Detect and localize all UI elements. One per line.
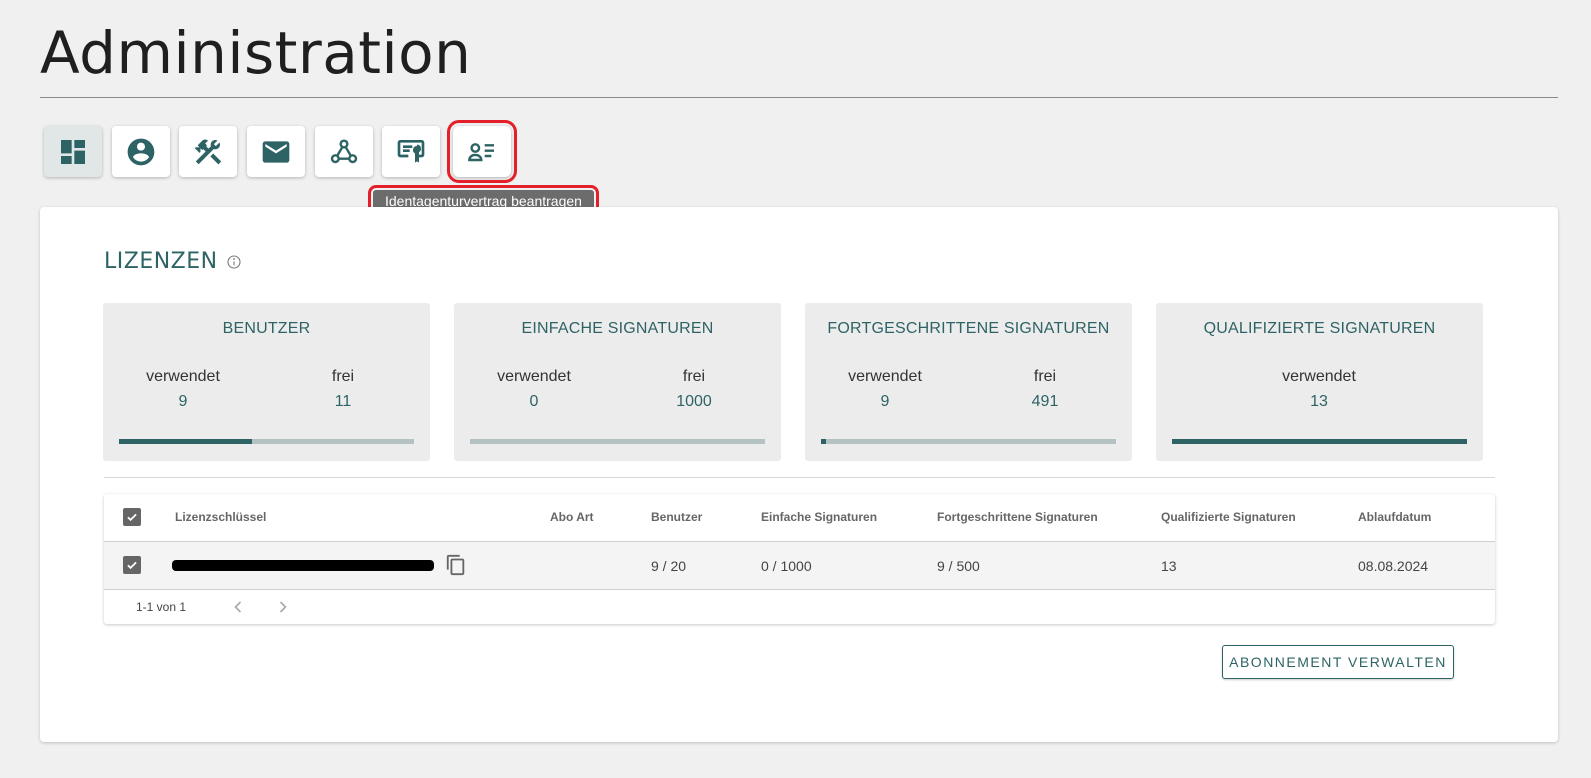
stat-title: EINFACHE SIGNATUREN — [521, 320, 714, 337]
account-circle-icon — [127, 138, 155, 165]
header-advanced-signatures[interactable]: Fortgeschrittene Signaturen — [937, 510, 1098, 524]
header-license-key[interactable]: Lizenzschlüssel — [175, 510, 266, 524]
mail-button[interactable] — [247, 126, 305, 177]
used-label: verwendet — [1282, 368, 1356, 385]
stat-simple-signatures: EINFACHE SIGNATUREN verwendet 0 frei 100… — [454, 303, 781, 461]
used-value: 0 — [529, 393, 539, 410]
section-divider — [104, 477, 1495, 478]
info-icon[interactable] — [226, 254, 242, 270]
certificate-icon — [397, 139, 425, 163]
cell-advanced-signatures: 9 / 500 — [937, 558, 980, 574]
webhook-icon — [330, 138, 358, 163]
header-users[interactable]: Benutzer — [651, 510, 702, 524]
header-expiry[interactable]: Ablaufdatum — [1358, 510, 1431, 524]
page-title: Administration — [40, 19, 472, 87]
free-label: frei — [1033, 368, 1057, 385]
used-value: 13 — [1310, 393, 1328, 410]
pagination: 1-1 von 1 — [104, 590, 1495, 624]
stat-title: FORTGESCHRITTENE SIGNATUREN — [827, 320, 1110, 337]
check-icon — [127, 513, 137, 522]
title-divider — [40, 97, 1558, 98]
usage-bar-fill — [1172, 439, 1467, 444]
usage-bar-fill — [119, 439, 252, 444]
manage-subscription-button[interactable]: ABONNEMENT VERWALTEN — [1222, 645, 1454, 679]
select-all-checkbox[interactable] — [123, 508, 141, 526]
table-header: Lizenzschlüssel Abo Art Benutzer Einfach… — [104, 494, 1495, 542]
check-icon — [127, 561, 137, 570]
table-row[interactable]: 9 / 20 0 / 1000 9 / 500 13 08.08.2024 — [104, 542, 1495, 590]
free-label: frei — [331, 368, 355, 385]
tools-button[interactable] — [179, 126, 237, 177]
usage-bar-fill — [821, 439, 827, 444]
license-table: Lizenzschlüssel Abo Art Benutzer Einfach… — [104, 494, 1495, 624]
chevron-right-icon[interactable] — [273, 597, 293, 617]
header-qualified-signatures[interactable]: Qualifizierte Signaturen — [1161, 510, 1296, 524]
copy-icon[interactable] — [445, 553, 467, 577]
cell-users: 9 / 20 — [651, 558, 687, 574]
free-label: frei — [682, 368, 706, 385]
licenses-card: LIZENZEN BENUTZER verwendet 9 frei 11 EI… — [40, 207, 1558, 742]
used-label: verwendet — [497, 368, 571, 385]
usage-bar — [1172, 439, 1467, 444]
used-value: 9 — [880, 393, 890, 410]
cell-expiry: 08.08.2024 — [1358, 558, 1429, 574]
stat-users: BENUTZER verwendet 9 frei 11 — [103, 303, 430, 461]
free-value: 491 — [1031, 393, 1059, 410]
header-simple-signatures[interactable]: Einfache Signaturen — [761, 510, 877, 524]
webhook-button[interactable] — [315, 126, 373, 177]
section-title: LIZENZEN — [104, 249, 242, 274]
account-button[interactable] — [112, 126, 170, 177]
used-value: 9 — [178, 393, 188, 410]
dashboard-button[interactable] — [44, 126, 102, 177]
contact-list-icon — [468, 142, 494, 161]
free-value: 11 — [334, 393, 352, 410]
cell-simple-signatures: 0 / 1000 — [761, 558, 812, 574]
pagination-label: 1-1 von 1 — [136, 600, 187, 614]
usage-bar — [470, 439, 765, 444]
usage-bar — [821, 439, 1116, 444]
identagentur-button[interactable] — [447, 120, 517, 183]
used-label: verwendet — [848, 368, 922, 385]
mail-icon — [262, 140, 290, 163]
used-label: verwendet — [146, 368, 220, 385]
dashboard-icon — [61, 139, 85, 164]
stat-advanced-signatures: FORTGESCHRITTENE SIGNATUREN verwendet 9 … — [805, 303, 1132, 461]
stat-title: QUALIFIZIERTE SIGNATUREN — [1203, 320, 1436, 337]
usage-bar — [119, 439, 414, 444]
stat-qualified-signatures: QUALIFIZIERTE SIGNATUREN verwendet 13 — [1156, 303, 1483, 461]
redacted-license-key — [172, 560, 434, 571]
row-checkbox[interactable] — [123, 556, 141, 574]
header-abo-type[interactable]: Abo Art — [550, 510, 594, 524]
cell-qualified-signatures: 13 — [1161, 558, 1177, 574]
certificate-button[interactable] — [382, 126, 440, 177]
free-value: 1000 — [676, 393, 712, 410]
chevron-left-icon[interactable] — [228, 597, 248, 617]
licenses-title: LIZENZEN — [104, 249, 218, 274]
stat-title: BENUTZER — [222, 320, 311, 337]
tools-icon — [194, 138, 222, 164]
